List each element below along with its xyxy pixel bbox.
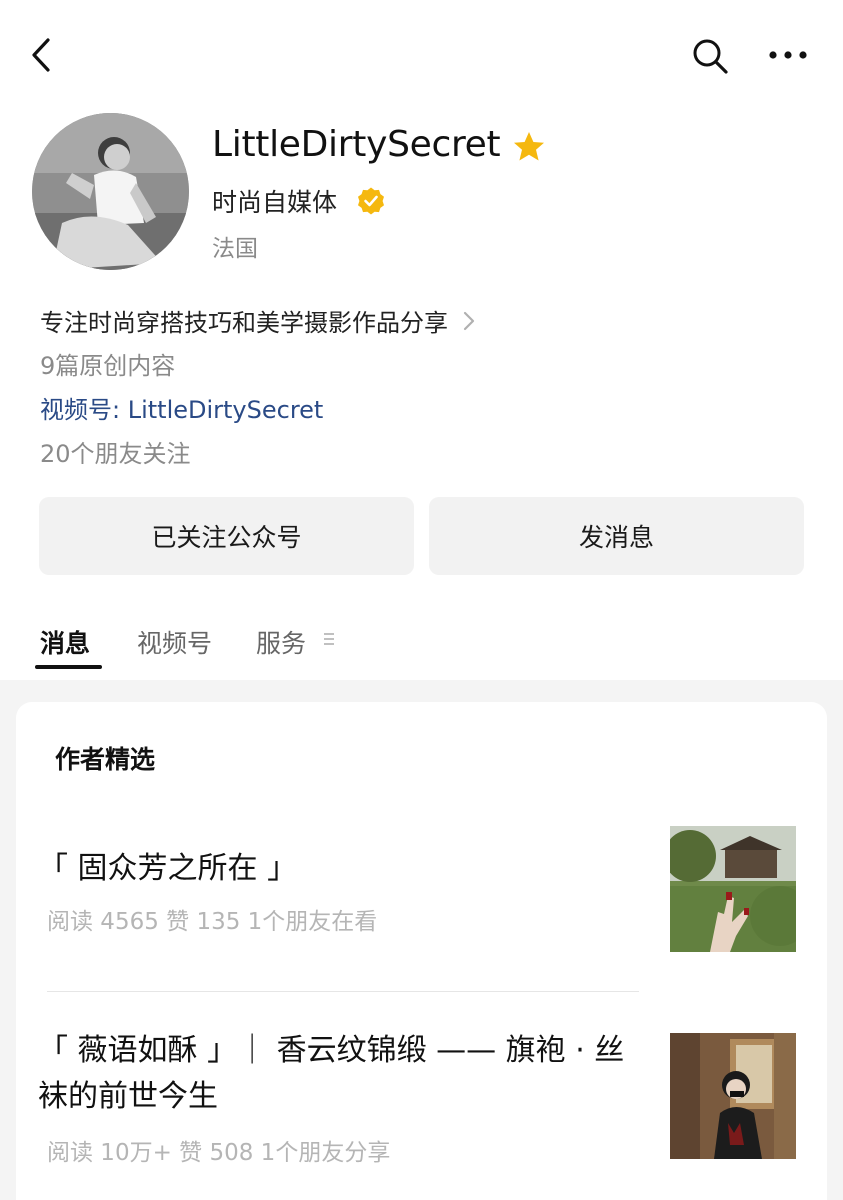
- tab-messages[interactable]: 消息: [40, 624, 90, 660]
- search-icon: [693, 39, 728, 74]
- tab-channels[interactable]: 视频号: [137, 624, 212, 660]
- article-title[interactable]: 「 固众芳之所在 」: [38, 846, 638, 892]
- article-title[interactable]: 「 薇语如酥 」｜ 香云纹锦缎 —— 旗袍 · 丝袜的前世今生: [38, 1028, 638, 1120]
- article-meta: 阅读 10万+ 赞 508 1个朋友分享: [47, 1140, 391, 1166]
- article-meta: 阅读 4565 赞 135 1个朋友在看: [47, 909, 378, 935]
- avatar-photo: [32, 113, 189, 270]
- article-thumbnail[interactable]: [670, 826, 796, 952]
- followed-button[interactable]: 已关注公众号: [39, 497, 414, 575]
- send-message-button[interactable]: 发消息: [429, 497, 804, 575]
- service-menu-icon[interactable]: [322, 631, 336, 647]
- description-row[interactable]: 专注时尚穿搭技巧和美学摄影作品分享: [40, 303, 476, 338]
- account-description: 专注时尚穿搭技巧和美学摄影作品分享: [40, 309, 448, 337]
- account-region: 法国: [212, 236, 258, 262]
- verified-badge-icon[interactable]: [356, 186, 386, 216]
- more-button[interactable]: [766, 40, 810, 70]
- original-content-count[interactable]: 9篇原创内容: [40, 346, 175, 381]
- tab-services[interactable]: 服务: [256, 624, 306, 660]
- chevron-right-icon: [463, 311, 475, 330]
- search-button[interactable]: [690, 36, 730, 76]
- star-icon[interactable]: [512, 130, 546, 164]
- article-thumbnail[interactable]: [670, 1033, 796, 1159]
- section-title: 作者精选: [55, 745, 156, 774]
- more-dots-icon: [769, 51, 807, 59]
- active-tab-indicator: [35, 665, 102, 669]
- account-category: 时尚自媒体: [212, 188, 338, 217]
- divider: [47, 991, 639, 992]
- back-chevron-icon: [32, 38, 50, 72]
- channel-link[interactable]: 视频号: LittleDirtySecret: [40, 390, 323, 425]
- back-button[interactable]: [26, 34, 62, 76]
- account-name: LittleDirtySecret: [212, 124, 501, 165]
- avatar[interactable]: [32, 113, 189, 270]
- friends-following[interactable]: 20个朋友关注: [40, 434, 191, 469]
